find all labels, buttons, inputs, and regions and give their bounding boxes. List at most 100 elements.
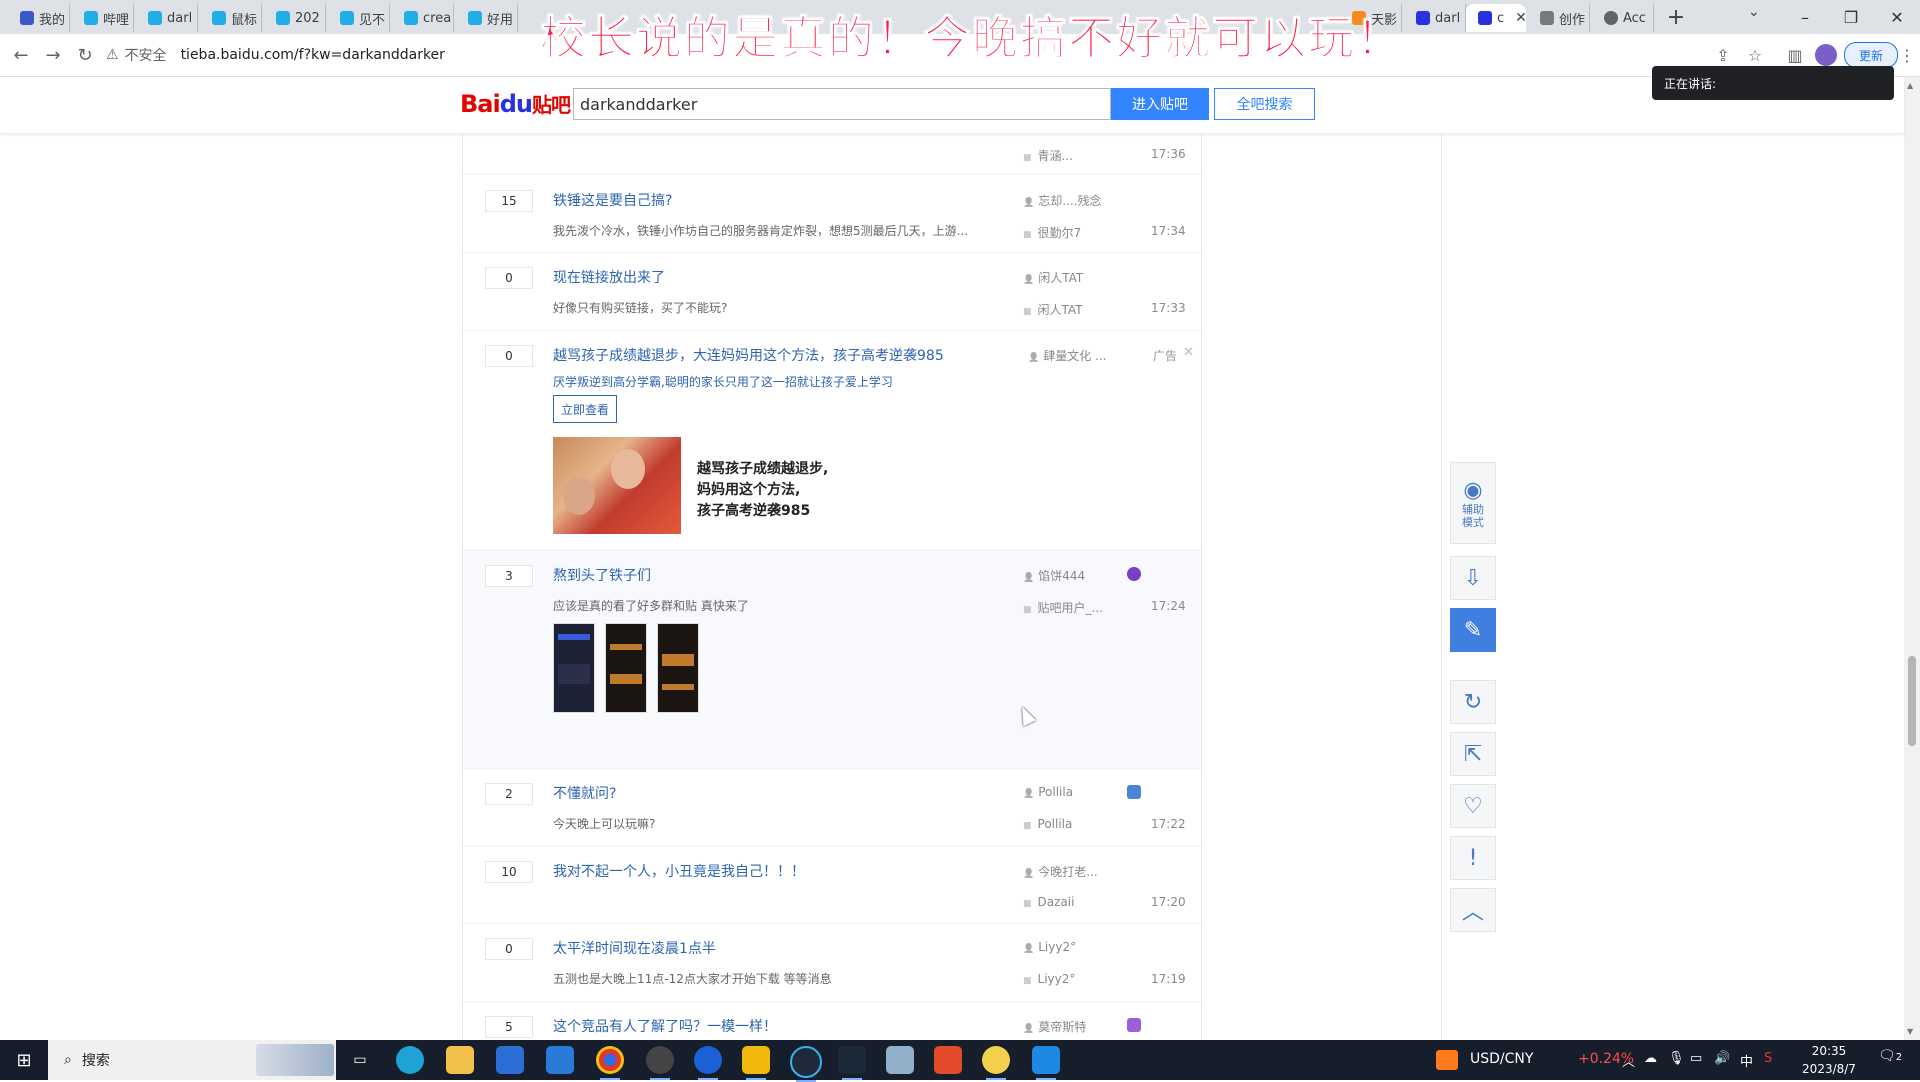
currency-widget-icon[interactable]	[1436, 1050, 1458, 1070]
last-reply-user[interactable]: 闲人TAT	[1023, 301, 1083, 318]
tray-chevron-icon[interactable]: ︿	[1622, 1051, 1635, 1070]
report-button[interactable]: !	[1450, 836, 1496, 880]
tab-10[interactable]: darl	[1404, 4, 1466, 32]
thread-image-thumbnail[interactable]	[657, 623, 699, 713]
app-red-icon[interactable]	[934, 1046, 962, 1074]
taskbar-search-box[interactable]: ⌕ 搜索	[48, 1040, 336, 1080]
enter-forum-button[interactable]: 进入贴吧	[1111, 88, 1209, 120]
restore-icon[interactable]: ❐	[1828, 0, 1874, 34]
binance-icon[interactable]	[742, 1046, 770, 1080]
close-tab-icon[interactable]: ✕	[1515, 10, 1527, 26]
ad-title-link[interactable]: 越骂孩子成绩越退步，大连妈妈用这个方法，孩子高考逆袭985	[553, 345, 944, 365]
thread-title-link[interactable]: 现在链接放出来了	[553, 267, 665, 287]
tab-6[interactable]: 见不	[328, 4, 390, 32]
scrollbar-thumb[interactable]	[1908, 656, 1916, 746]
ad-image[interactable]	[553, 437, 681, 534]
last-reply-user[interactable]: Dazaii	[1023, 895, 1075, 909]
sogou-icon[interactable]: S	[1764, 1051, 1772, 1066]
minimize-icon[interactable]: –	[1782, 0, 1828, 34]
post-button[interactable]: ✎	[1450, 608, 1496, 652]
tab-13[interactable]: Acc	[1592, 4, 1654, 32]
tab-2[interactable]: 哔哩	[72, 4, 134, 32]
thread-title-link[interactable]: 我对不起一个人，小丑竟是我自己！！！	[553, 861, 805, 881]
thread-row[interactable]: 5 这个竞品有人了解了吗？一模一样！ 莫帝斯特	[463, 1002, 1201, 1040]
tab-1[interactable]: 我的	[8, 4, 70, 32]
thread-author[interactable]: Pollila	[1023, 785, 1073, 799]
thread-row[interactable]: 10 我对不起一个人，小丑竟是我自己！！！ 今晚打老... Dazaii 17:…	[463, 847, 1201, 924]
reload-icon[interactable]: ↻	[72, 42, 98, 68]
thread-author[interactable]: 忘却....残念	[1023, 192, 1101, 209]
thread-row[interactable]: 青涵... 17:36	[463, 133, 1201, 175]
photos-icon[interactable]	[1032, 1046, 1060, 1080]
notepad-icon[interactable]	[886, 1046, 914, 1074]
thread-row[interactable]: 3 熬到头了铁子们 应该是真的看了好多群和贴 真快来了 馅饼444 贴吧用户_.…	[463, 551, 1201, 769]
thread-author[interactable]: 闲人TAT	[1023, 269, 1083, 286]
network-icon[interactable]: ▭	[1690, 1051, 1702, 1066]
taskbar-clock[interactable]: 20:35 2023/8/7	[1794, 1042, 1864, 1078]
close-window-icon[interactable]: ✕	[1874, 0, 1920, 34]
microphone-icon[interactable]: 🎙	[1668, 1051, 1685, 1066]
last-reply-user[interactable]: 青涵...	[1023, 147, 1073, 164]
last-reply-user[interactable]: Pollila	[1023, 817, 1073, 831]
scroll-down-arrow-icon[interactable]: ▼	[1907, 1027, 1913, 1036]
task-view-icon[interactable]: ▭	[346, 1046, 374, 1074]
mail-icon[interactable]	[546, 1046, 574, 1074]
tab-12[interactable]: 创作	[1528, 4, 1590, 32]
volume-icon[interactable]: 🔊	[1714, 1051, 1730, 1066]
obs-icon[interactable]	[646, 1046, 674, 1080]
search-all-forums-button[interactable]: 全吧搜索	[1214, 88, 1315, 120]
ad-author[interactable]: 肆量文化 ...	[1028, 347, 1106, 364]
windows-start-icon[interactable]: ⊞	[0, 1040, 48, 1080]
ad-close-icon[interactable]: ✕	[1183, 345, 1194, 360]
favorite-button[interactable]: ♡	[1450, 784, 1496, 828]
assist-mode-button[interactable]: ◉ 辅助模式	[1450, 462, 1496, 544]
chrome-icon[interactable]	[596, 1046, 624, 1080]
tab-8[interactable]: 好用	[456, 4, 518, 32]
last-reply-user[interactable]: 贴吧用户_...	[1023, 599, 1103, 616]
thread-title-link[interactable]: 太平洋时间现在凌晨1点半	[553, 938, 716, 958]
thread-title-link[interactable]: 熬到头了铁子们	[553, 565, 651, 585]
update-button[interactable]: 更新	[1844, 42, 1898, 68]
thread-row[interactable]: 2 不懂就问? 今天晚上可以玩嘛? Pollila Pollila 17:22	[463, 769, 1201, 847]
profile-avatar[interactable]	[1815, 44, 1837, 66]
tab-7[interactable]: crea	[392, 4, 454, 32]
thread-title-link[interactable]: 不懂就问?	[553, 783, 616, 803]
thread-row[interactable]: 0 太平洋时间现在凌晨1点半 五测也是大晚上11点-12点大家才开始下载 等等消…	[463, 924, 1201, 1002]
thread-author[interactable]: Liyy2°	[1023, 940, 1076, 954]
page-scrollbar[interactable]: ▲ ▼	[1904, 77, 1920, 1040]
download-app-button[interactable]: ⇩	[1450, 556, 1496, 600]
new-tab-button[interactable]: +	[1662, 3, 1690, 31]
back-arrow-icon[interactable]: ←	[8, 42, 34, 68]
thread-author[interactable]: 馅饼444	[1023, 567, 1085, 584]
thread-image-thumbnail[interactable]	[605, 623, 647, 713]
thread-author[interactable]: 莫帝斯特	[1023, 1018, 1086, 1035]
cloud-icon[interactable]: ☁	[1644, 1051, 1657, 1066]
tieba-search-input[interactable]: darkanddarker	[573, 88, 1111, 120]
file-explorer-icon[interactable]	[446, 1046, 474, 1074]
tab-4[interactable]: 鼠标	[200, 4, 262, 32]
currency-pair[interactable]: USD/CNY	[1470, 1051, 1533, 1067]
ad-subtitle[interactable]: 厌学叛逆到高分学霸,聪明的家长只用了这一招就让孩子爱上学习	[553, 373, 893, 390]
refresh-button[interactable]: ↻	[1450, 680, 1496, 724]
share-icon[interactable]: ⇪	[1710, 42, 1736, 68]
scroll-up-arrow-icon[interactable]: ▲	[1907, 81, 1913, 90]
thread-title-link[interactable]: 铁锤这是要自己搞?	[553, 190, 672, 210]
thread-author[interactable]: 今晚打老...	[1023, 863, 1097, 880]
steam-icon[interactable]	[838, 1046, 866, 1080]
forward-arrow-icon[interactable]: →	[40, 42, 66, 68]
tab-search-chevron-icon[interactable]: ⌄	[1748, 4, 1760, 20]
side-panel-icon[interactable]: ▥	[1782, 42, 1808, 68]
thread-row[interactable]: 15 铁锤这是要自己搞? 我先泼个冷水，铁锤小作坊自己的服务器肯定炸裂，想想5测…	[463, 176, 1201, 253]
thread-title-link[interactable]: 这个竞品有人了解了吗？一模一样！	[553, 1016, 777, 1036]
share-button[interactable]: ⇱	[1450, 732, 1496, 776]
bookmark-star-icon[interactable]: ☆	[1742, 42, 1768, 68]
last-reply-user[interactable]: Liyy2°	[1023, 972, 1076, 986]
notification-icon[interactable]: 🗨2	[1878, 1048, 1902, 1064]
kugou-icon[interactable]	[694, 1046, 722, 1080]
ad-row[interactable]: 0 越骂孩子成绩越退步，大连妈妈用这个方法，孩子高考逆袭985 厌学叛逆到高分学…	[463, 331, 1201, 551]
ime-indicator[interactable]: 中	[1740, 1051, 1753, 1070]
thread-image-thumbnail[interactable]	[553, 623, 595, 713]
tab-3[interactable]: darl	[136, 4, 198, 32]
last-reply-user[interactable]: 很勤尔7	[1023, 224, 1082, 241]
menu-kebab-icon[interactable]: ⋮	[1894, 42, 1920, 68]
